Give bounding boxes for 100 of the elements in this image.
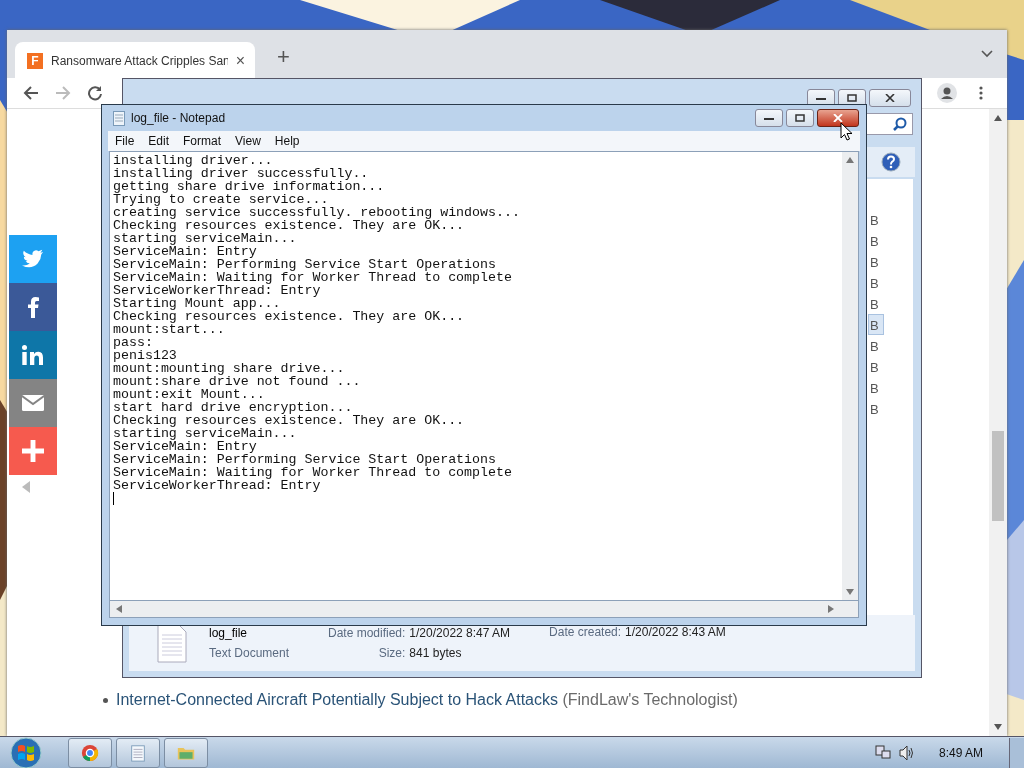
speaker-icon[interactable] [898,744,915,761]
log-line: getting share drive information... [113,180,386,193]
share-button[interactable] [9,379,57,427]
window-title: log_file - Notepad [131,111,226,125]
file-size-cell[interactable]: B [868,335,884,356]
taskbar-button[interactable] [68,737,112,768]
file-size-cell[interactable]: B [868,230,884,251]
chrome-icon [81,743,99,762]
log-line: Checking resources existence. They are OK... [113,414,466,427]
share-button[interactable] [9,235,57,283]
log-line: ServiceMain: Performing Service Start Operations [113,258,497,271]
scroll-up-icon[interactable] [994,115,1002,121]
bullet-icon [103,697,108,703]
menu-item[interactable]: Help [267,134,307,148]
file-size-cell[interactable]: B [868,293,884,314]
log-line: starting serviceMain... [113,427,298,440]
log-line: ServiceMain: Waiting for Worker Thread to complete [113,271,513,284]
start-button[interactable] [10,736,42,768]
log-line: Checking resources existence. They are OK... [113,310,466,323]
log-line: ServiceMain: Entry [113,245,257,258]
minimize-button[interactable] [755,109,783,127]
bird-icon [22,248,44,270]
help-icon[interactable] [881,152,901,172]
log-line: penis123 [113,349,177,362]
log-line: start hard drive encryption... [113,401,354,414]
menu-item[interactable]: View [228,134,268,148]
log-line: creating service successfully. rebooting windows... [113,206,521,219]
article-link-item: Internet-Connected Aircraft Potentially Subject to Hack Attacks (FindLaw's Technologist) [116,691,738,709]
notepad-icon [113,110,125,126]
date-modified-label: Date modified: [327,626,406,640]
menu-item[interactable]: Format [176,134,229,148]
close-tab-button[interactable]: × [235,52,245,70]
maximize-icon [847,94,857,102]
log-line: ServiceMain: Performing Service Start Operations [113,453,497,466]
log-line: mount:exit Mount... [113,388,266,401]
scroll-up-icon[interactable] [846,157,854,163]
menu-item[interactable]: File [108,134,142,148]
date-created-value: 1/20/2022 8:43 AM [625,625,726,639]
article-link[interactable]: Internet-Connected Aircraft Potentially Subject to Hack Attacks [116,691,558,708]
log-line: ServiceWorkerThread: Entry [113,479,322,492]
horizontal-scrollbar[interactable] [109,601,859,618]
log-line: mount:start... [113,323,226,336]
page-scrollbar[interactable] [989,109,1007,736]
file-type: Text Document [209,646,290,660]
notepad-icon [129,743,147,762]
close-icon [833,114,843,122]
profile-icon[interactable] [937,83,957,103]
log-line: ServiceWorkerThread: Entry [113,284,322,297]
file-size-cell[interactable]: B [868,272,884,293]
close-button[interactable] [817,109,859,127]
site-favicon: F [27,53,43,69]
date-modified-value: 1/20/2022 8:47 AM [409,626,512,640]
network-icon[interactable] [874,744,891,761]
show-desktop-button[interactable] [1009,737,1024,768]
scrollbar-thumb[interactable] [992,431,1004,521]
maximize-button[interactable] [786,109,814,127]
file-size-cell[interactable]: B [868,356,884,377]
share-button[interactable] [9,283,57,331]
log-line: ServiceMain: Waiting for Worker Thread to complete [113,466,513,479]
file-size-cell[interactable]: B [868,314,884,335]
file-size-cell[interactable]: B [868,251,884,272]
taskbar-button[interactable] [116,737,160,768]
scroll-right-icon[interactable] [828,605,834,613]
vertical-scrollbar[interactable] [842,152,858,600]
chevron-down-icon[interactable] [981,50,993,58]
search-icon [893,117,907,131]
size-label: Size: [377,646,406,660]
log-line: installing driver successfully.. [113,167,369,180]
clock[interactable]: 8:49 AM [938,745,983,760]
close-icon [885,94,895,102]
log-line: starting serviceMain... [113,232,298,245]
date-created-label: Date created: [549,625,622,639]
file-size-cell[interactable]: B [868,209,884,230]
log-line: installing driver... [113,154,274,167]
file-size-cell[interactable]: B [868,377,884,398]
log-line: Checking resources existence. They are OK... [113,219,466,232]
scroll-down-icon[interactable] [846,589,854,595]
plus-icon [22,440,44,462]
linkedin-icon [22,344,44,366]
envelope-icon [22,392,44,414]
size-value: 841 bytes [409,646,463,660]
log-line: Trying to create service... [113,193,330,206]
scroll-down-icon[interactable] [994,724,1002,730]
log-line: ServiceMain: Entry [113,440,257,453]
log-line: Starting Mount app... [113,297,281,310]
share-button[interactable] [9,427,57,475]
maximize-icon [795,114,805,122]
reload-icon[interactable] [87,85,103,101]
document-icon [157,623,187,663]
taskbar-button[interactable] [164,737,208,768]
close-button[interactable] [869,89,911,107]
back-icon[interactable] [23,85,39,101]
file-name: log_file [209,626,248,640]
log-line: mount:share drive not found ... [113,375,362,388]
file-size-cell[interactable]: B [868,398,884,419]
share-button[interactable] [9,331,57,379]
log-line: pass: [113,336,153,349]
new-tab-button[interactable]: + [277,44,290,70]
menu-item[interactable]: Edit [141,134,177,148]
log-line: mount:mounting share drive... [113,362,346,375]
